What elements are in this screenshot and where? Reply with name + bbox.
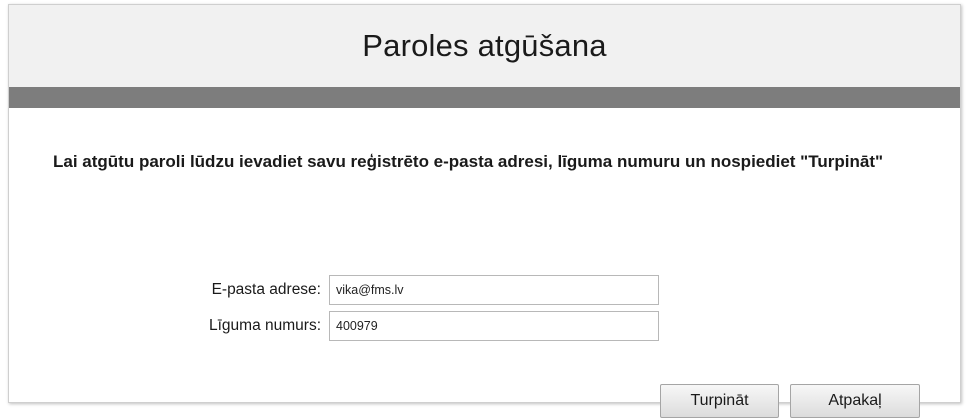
page-title: Paroles atgūšana — [362, 28, 607, 63]
contract-number-input[interactable] — [329, 311, 659, 341]
instruction-text: Lai atgūtu paroli lūdzu ievadiet savu re… — [53, 152, 884, 171]
form-content: Lai atgūtu paroli lūdzu ievadiet savu re… — [9, 151, 960, 418]
email-input[interactable] — [329, 275, 659, 305]
recovery-panel: Paroles atgūšana Lai atgūtu paroli lūdzu… — [8, 4, 961, 418]
contract-row: Līguma numurs: — [9, 311, 659, 341]
continue-button[interactable]: Turpināt — [660, 384, 779, 418]
back-button[interactable]: Atpakaļ — [790, 384, 920, 418]
email-row: E-pasta adrese: — [9, 275, 659, 305]
header-band — [9, 87, 960, 108]
contract-label: Līguma numurs: — [209, 317, 321, 334]
action-buttons: Turpināt Atpakaļ — [660, 384, 920, 418]
email-label: E-pasta adrese: — [211, 281, 321, 298]
header: Paroles atgūšana — [9, 5, 960, 87]
